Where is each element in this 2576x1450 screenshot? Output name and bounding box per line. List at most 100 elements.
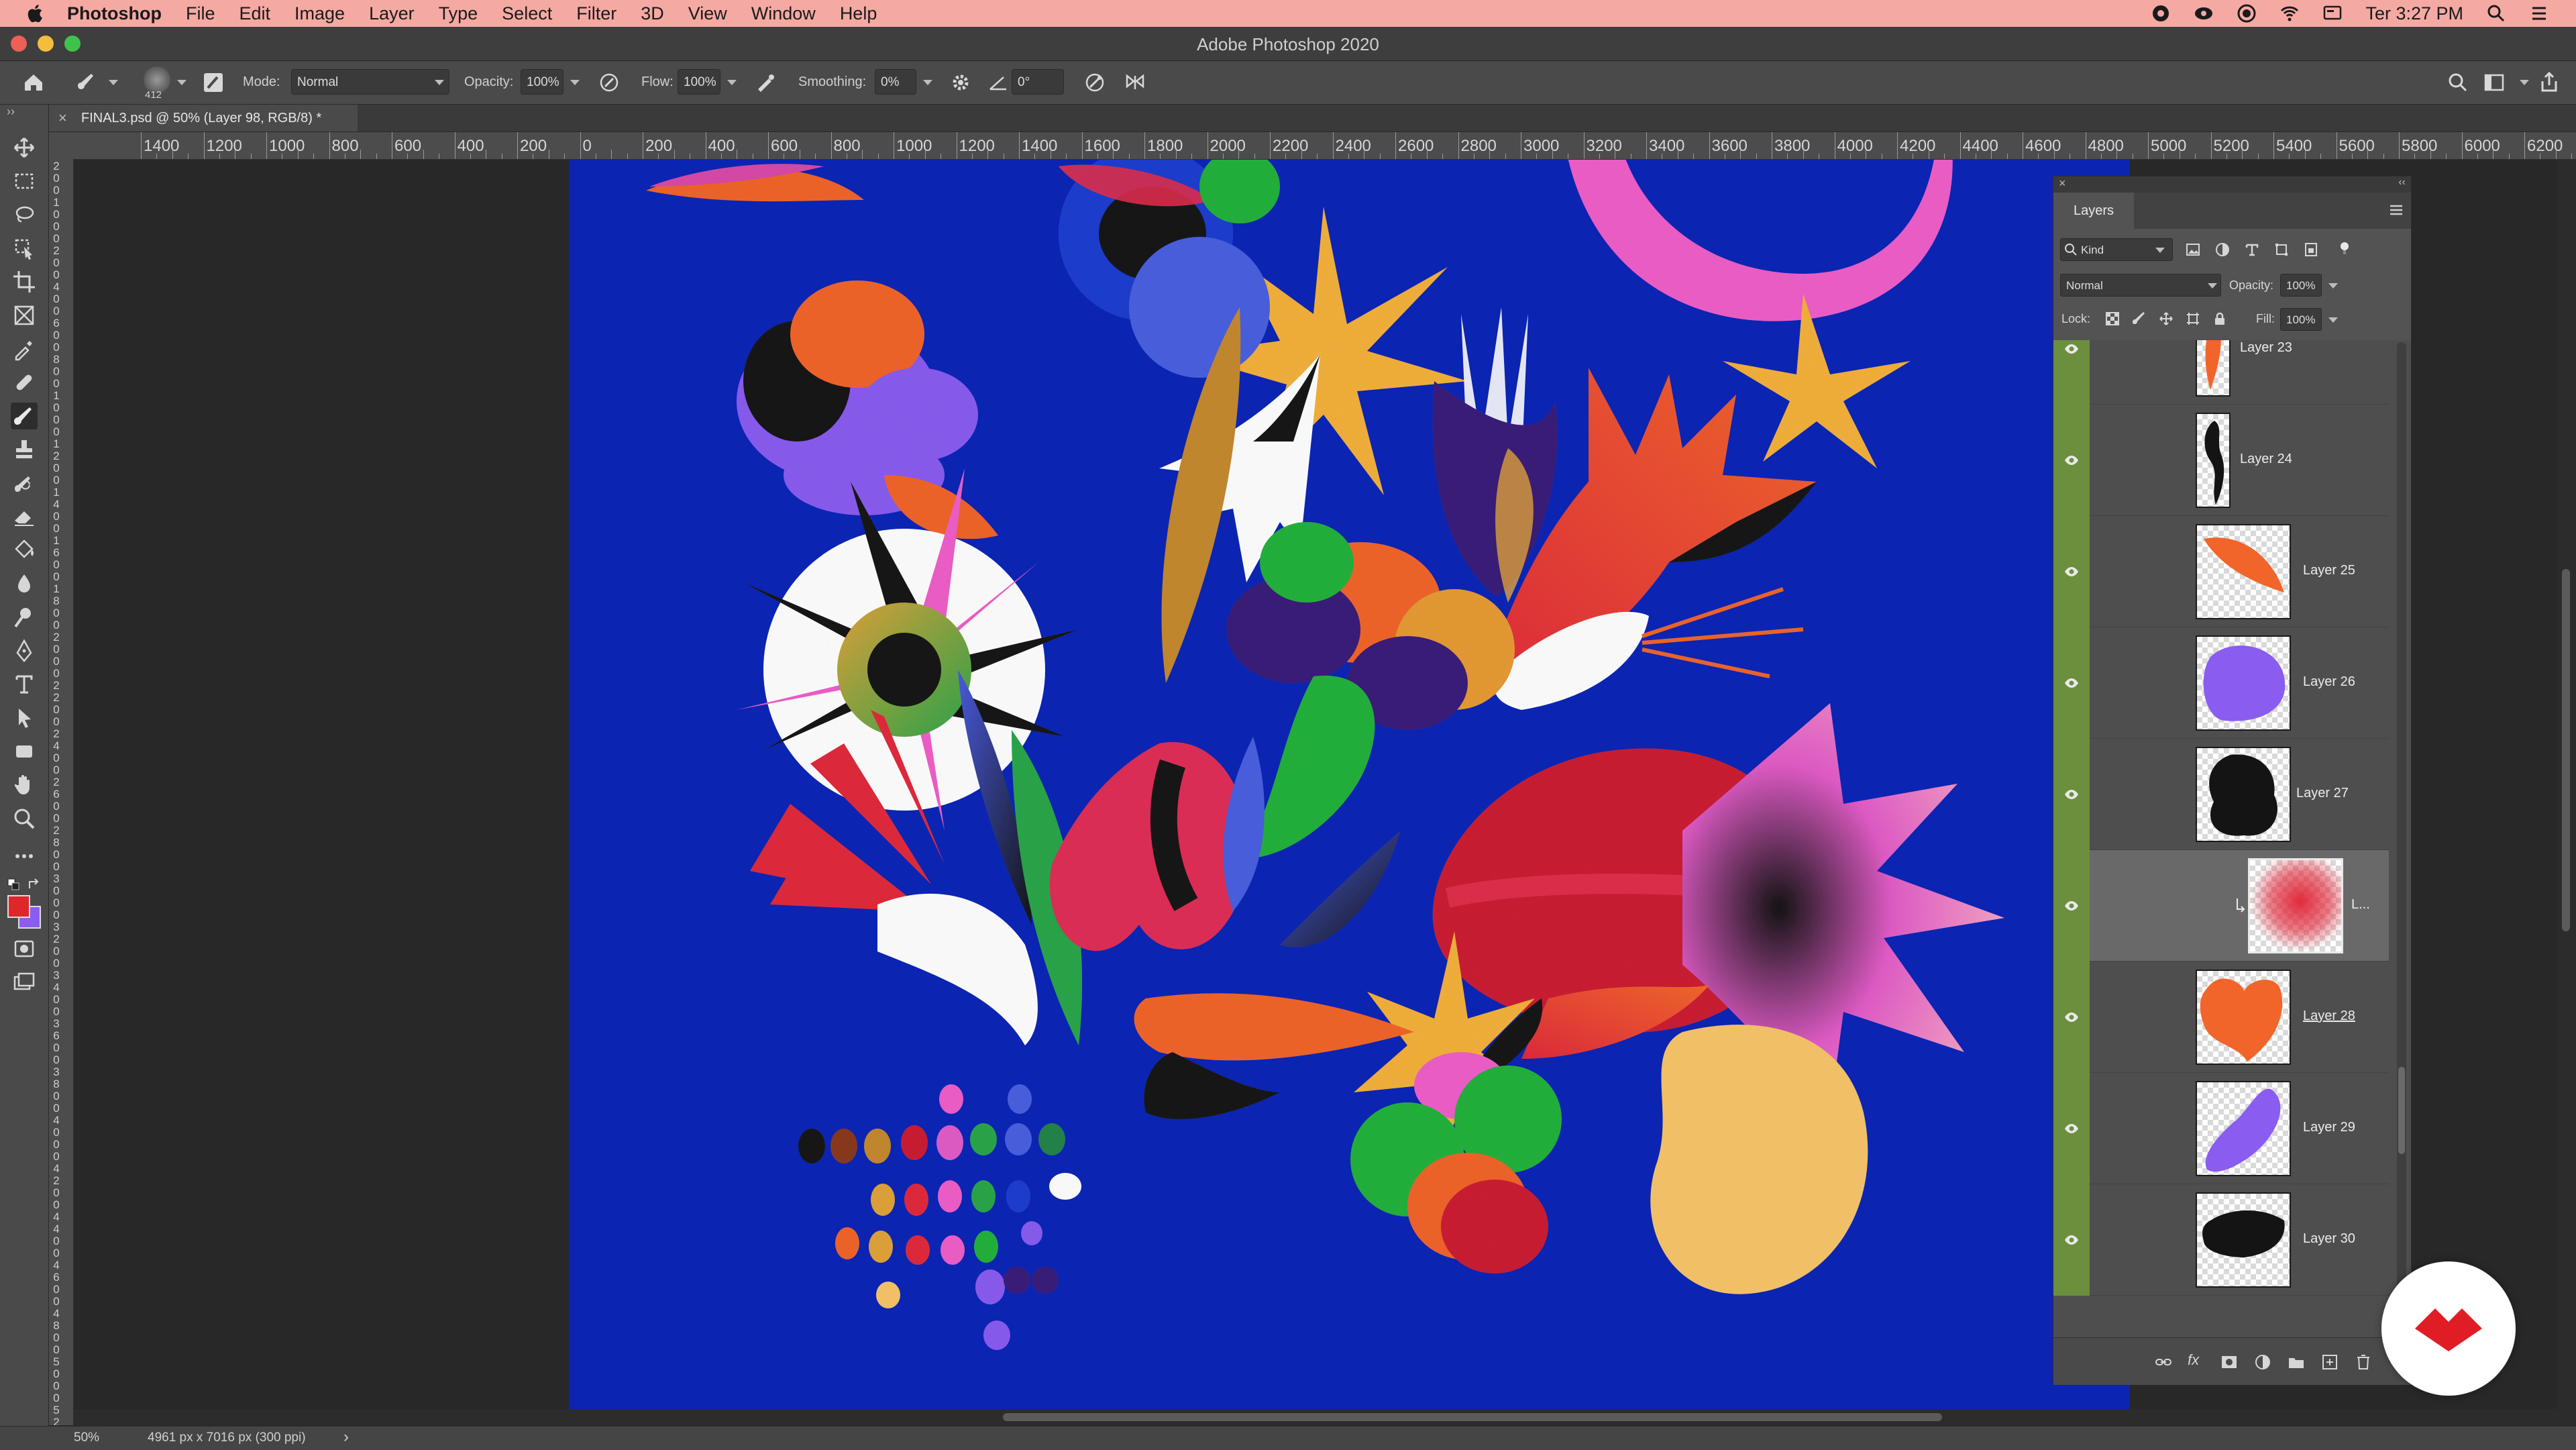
quick-mask-icon[interactable] <box>11 935 38 962</box>
pressure-size-icon[interactable] <box>1083 70 1107 95</box>
filter-toggle-icon[interactable] <box>2337 240 2353 256</box>
spotlight-search-icon[interactable] <box>2486 3 2506 23</box>
menu-3d[interactable]: 3D <box>641 3 664 24</box>
lock-position-icon[interactable] <box>2158 311 2174 327</box>
brush-tool-preset-icon[interactable] <box>75 70 99 95</box>
layers-scrollbar-thumb[interactable] <box>2398 1067 2405 1154</box>
brush-settings-panel-icon[interactable] <box>201 70 225 95</box>
canvas-horizontal-scroll-thumb[interactable] <box>1003 1413 1942 1421</box>
menu-help[interactable]: Help <box>840 3 877 24</box>
filter-pixel-icon[interactable] <box>2185 242 2201 258</box>
opacity-dropdown-caret[interactable] <box>570 80 580 85</box>
menu-image[interactable]: Image <box>294 3 345 24</box>
layer-row[interactable]: Layer 23 <box>2053 340 2389 405</box>
eye-visibility-icon[interactable] <box>2063 1233 2080 1247</box>
smoothing-dropdown-caret[interactable] <box>923 80 932 85</box>
display-icon[interactable] <box>2322 3 2343 23</box>
add-mask-icon[interactable] <box>2220 1353 2239 1371</box>
mode-dropdown-caret[interactable] <box>435 80 444 85</box>
filter-adjustment-icon[interactable] <box>2214 242 2231 258</box>
status-menu-arrow-icon[interactable]: › <box>343 1428 349 1447</box>
mode-select[interactable]: Normal <box>291 69 449 95</box>
layer-row[interactable]: Layer 25 <box>2053 516 2389 627</box>
creative-cloud-icon[interactable] <box>2151 3 2171 23</box>
dodge-tool-icon[interactable] <box>11 604 38 631</box>
vertical-ruler[interactable]: 2001000200400600800100012001400160018002… <box>49 159 74 1425</box>
eye-visibility-icon[interactable] <box>2063 676 2080 690</box>
lock-artboard-icon[interactable] <box>2185 311 2201 327</box>
menu-type[interactable]: Type <box>439 3 478 24</box>
menu-app-photoshop[interactable]: Photoshop <box>67 3 162 24</box>
smoothing-field[interactable]: 0% <box>875 69 916 95</box>
horizontal-ruler[interactable]: 1400 1200 1000 800 600 400 200 0 200 400 600 800 100… <box>74 132 2576 160</box>
new-group-folder-icon[interactable] <box>2287 1353 2306 1371</box>
hand-tool-icon[interactable] <box>11 772 38 798</box>
menu-select[interactable]: Select <box>502 3 552 24</box>
layer-row[interactable]: Layer 30 <box>2053 1184 2389 1296</box>
paint-bucket-tool-icon[interactable] <box>11 537 38 564</box>
document-tab[interactable]: × FINAL3.psd @ 50% (Layer 98, RGB/8) * <box>49 105 358 132</box>
fill-field[interactable]: 100% <box>2280 308 2322 331</box>
object-selection-tool-icon[interactable] <box>11 235 38 262</box>
layer-row[interactable]: Layer 26 <box>2053 627 2389 739</box>
lock-all-icon[interactable] <box>2212 311 2228 327</box>
layer-style-fx-icon[interactable]: fx <box>2188 1351 2199 1369</box>
ruler-origin[interactable] <box>49 132 74 160</box>
layer-row-selected[interactable]: L... <box>2053 850 2389 962</box>
zoom-level[interactable]: 50% <box>74 1431 99 1445</box>
menu-file[interactable]: File <box>186 3 215 24</box>
filter-shape-icon[interactable] <box>2273 242 2290 258</box>
crop-tool-icon[interactable] <box>11 268 38 295</box>
menu-edit[interactable]: Edit <box>239 3 271 24</box>
notification-center-icon[interactable] <box>2529 3 2549 23</box>
lock-image-pixels-icon[interactable] <box>2131 311 2147 327</box>
adjustment-layer-icon[interactable] <box>2253 1353 2272 1371</box>
menu-view[interactable]: View <box>688 3 727 24</box>
frame-tool-icon[interactable] <box>11 302 38 329</box>
close-panel-icon[interactable]: × <box>2059 176 2066 191</box>
layer-row[interactable]: Layer 24 <box>2053 405 2389 516</box>
path-selection-tool-icon[interactable] <box>11 705 38 731</box>
filter-type-icon[interactable] <box>2244 242 2260 258</box>
eye-visibility-icon[interactable] <box>2063 787 2080 802</box>
brush-tool-icon[interactable] <box>11 403 38 429</box>
blend-mode-select[interactable]: Normal <box>2060 274 2221 297</box>
layer-name[interactable]: Layer 25 <box>2303 563 2355 578</box>
blend-mode-caret[interactable] <box>2208 283 2217 289</box>
panel-menu-icon[interactable] <box>2388 203 2404 217</box>
search-icon[interactable] <box>2446 70 2470 95</box>
layers-panel-header[interactable]: × ‹‹ <box>2053 176 2411 193</box>
layer-name[interactable]: Layer 27 <box>2296 786 2349 801</box>
airbrush-icon[interactable] <box>754 70 778 95</box>
swap-colors-icon[interactable] <box>27 878 43 892</box>
foreground-color-swatch[interactable] <box>7 895 30 918</box>
rectangle-tool-icon[interactable] <box>11 738 38 765</box>
pressure-opacity-icon[interactable] <box>597 70 621 95</box>
layer-opacity-caret[interactable] <box>2328 283 2338 289</box>
canvas-vertical-scrollbar[interactable] <box>2557 160 2576 1425</box>
share-icon[interactable] <box>2537 70 2561 95</box>
brush-size-dropdown[interactable] <box>177 80 186 85</box>
symmetry-butterfly-icon[interactable] <box>1123 70 1147 95</box>
menu-filter[interactable]: Filter <box>576 3 616 24</box>
eye-visibility-icon[interactable] <box>2063 1010 2080 1025</box>
eye-visibility-icon[interactable] <box>2063 453 2080 468</box>
menu-layer[interactable]: Layer <box>369 3 415 24</box>
brush-preset-dropdown[interactable] <box>109 80 118 85</box>
marquee-tool-icon[interactable] <box>11 168 38 195</box>
workspace-layout-icon[interactable] <box>2482 70 2506 95</box>
wifi-icon[interactable] <box>2279 3 2300 23</box>
lasso-tool-icon[interactable] <box>11 201 38 228</box>
flow-field[interactable]: 100% <box>678 69 720 95</box>
edit-toolbar-more-icon[interactable] <box>11 843 38 870</box>
filter-smart-object-icon[interactable] <box>2303 242 2319 258</box>
new-layer-icon[interactable] <box>2320 1353 2339 1371</box>
flow-dropdown-caret[interactable] <box>727 80 737 85</box>
eye-visibility-icon[interactable] <box>2063 898 2080 913</box>
lock-transparent-pixels-icon[interactable] <box>2104 311 2121 327</box>
layers-scrollbar[interactable] <box>2397 342 2406 1342</box>
layer-opacity-field[interactable]: 100% <box>2280 274 2322 297</box>
history-brush-tool-icon[interactable] <box>11 470 38 497</box>
layer-row[interactable]: Layer 29 <box>2053 1073 2389 1184</box>
layer-name[interactable]: Layer 28 <box>2303 1008 2355 1024</box>
